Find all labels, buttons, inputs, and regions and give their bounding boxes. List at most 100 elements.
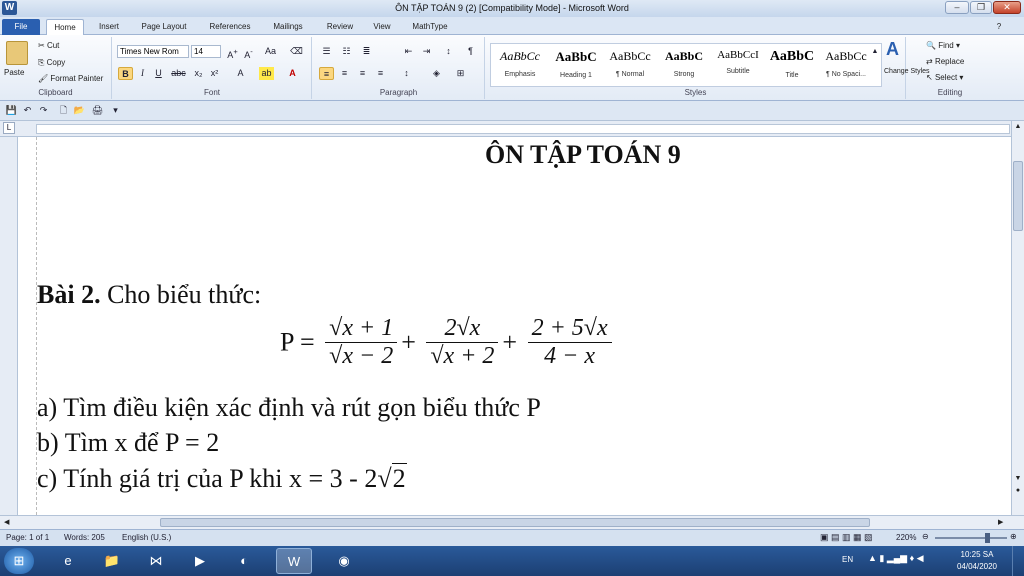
zoom-level[interactable]: 220% bbox=[896, 533, 916, 542]
tab-page-layout[interactable]: Page Layout bbox=[135, 19, 193, 35]
show-marks-icon[interactable]: ¶ bbox=[463, 45, 478, 58]
style-normal[interactable]: AaBbCc ¶ Normal bbox=[602, 47, 658, 87]
word-taskbar-icon[interactable]: W bbox=[276, 548, 312, 574]
style-subtitle[interactable]: AaBbCcI Subtitle bbox=[710, 47, 766, 87]
view-buttons[interactable]: ▣ ▤ ▥ ▦ ▧ bbox=[820, 532, 873, 543]
tab-view[interactable]: View bbox=[366, 19, 398, 35]
numbering-icon[interactable]: ☷ bbox=[339, 45, 354, 58]
clock-date[interactable]: 04/04/2020 bbox=[955, 562, 999, 571]
zoom-out-icon[interactable]: ⊖ bbox=[922, 532, 929, 541]
app-green-icon[interactable]: ◐ bbox=[226, 548, 262, 574]
italic-button[interactable]: I bbox=[135, 67, 150, 80]
chrome-icon[interactable]: ◉ bbox=[326, 548, 362, 574]
tab-file[interactable]: File bbox=[2, 19, 40, 35]
tab-insert[interactable]: Insert bbox=[92, 19, 126, 35]
tab-mathtype[interactable]: MathType bbox=[405, 19, 455, 35]
clock-time[interactable]: 10:25 SA bbox=[955, 550, 999, 559]
find-button[interactable]: 🔍 Find ▾ bbox=[926, 41, 960, 50]
text-effects-icon[interactable]: A bbox=[233, 67, 248, 80]
paste-icon[interactable] bbox=[6, 41, 28, 65]
page-count[interactable]: Page: 1 of 1 bbox=[6, 533, 49, 542]
change-case-icon[interactable]: Aa bbox=[263, 45, 278, 58]
bullets-icon[interactable]: ☰ bbox=[319, 45, 334, 58]
help-icon[interactable]: ? bbox=[992, 19, 1006, 35]
sort-icon[interactable]: ↕ bbox=[441, 45, 456, 58]
style-strong[interactable]: AaBbC Strong bbox=[656, 47, 712, 87]
cut-button[interactable]: ✂ Cut bbox=[38, 41, 59, 50]
increase-indent-icon[interactable]: ⇥ bbox=[419, 45, 434, 58]
open-icon[interactable]: 📂 bbox=[72, 104, 87, 117]
restore-button[interactable]: ❐ bbox=[970, 1, 992, 14]
zoom-slider[interactable] bbox=[935, 537, 1007, 539]
close-button[interactable]: ✕ bbox=[993, 1, 1021, 14]
select-button[interactable]: ↖ Select ▾ bbox=[926, 73, 963, 82]
scroll-right-icon[interactable]: ▶ bbox=[998, 518, 1008, 526]
align-right-button[interactable]: ≡ bbox=[355, 67, 370, 80]
minimize-button[interactable]: – bbox=[945, 1, 969, 14]
horizontal-ruler[interactable]: L bbox=[0, 121, 1024, 137]
decrease-indent-icon[interactable]: ⇤ bbox=[401, 45, 416, 58]
borders-icon[interactable]: ⊞ bbox=[453, 67, 468, 80]
font-name-field[interactable]: Times New Rom bbox=[117, 45, 189, 58]
align-left-button[interactable]: ≡ bbox=[319, 67, 334, 80]
save-icon[interactable]: 💾 bbox=[4, 104, 19, 117]
input-language[interactable]: EN bbox=[842, 555, 853, 564]
scrollbar-thumb[interactable] bbox=[1013, 161, 1023, 231]
align-center-button[interactable]: ≡ bbox=[337, 67, 352, 80]
vertical-ruler[interactable] bbox=[0, 137, 18, 515]
replace-button[interactable]: ⇄ Replace bbox=[926, 57, 964, 66]
font-color-icon[interactable]: A bbox=[285, 67, 300, 80]
grow-font-icon[interactable]: A+ bbox=[225, 45, 240, 60]
multilevel-list-icon[interactable]: ≣ bbox=[359, 45, 374, 58]
tray-icons[interactable]: ▲ ▮ ▂▄▆ ♦ ◀ bbox=[868, 553, 924, 564]
superscript-button[interactable]: x² bbox=[207, 67, 222, 80]
print-preview-icon[interactable]: 🖨 bbox=[90, 104, 105, 117]
show-desktop-button[interactable] bbox=[1012, 546, 1024, 576]
tab-home[interactable]: Home bbox=[46, 19, 84, 35]
document-page[interactable]: ÔN TẬP TOÁN 9 Bài 2. Cho biểu thức: P = … bbox=[18, 137, 1011, 515]
strikethrough-button[interactable]: abc bbox=[171, 67, 186, 80]
undo-icon[interactable]: ↶ bbox=[20, 104, 35, 117]
explorer-icon[interactable]: 📁 bbox=[94, 548, 130, 574]
language-status[interactable]: English (U.S.) bbox=[122, 533, 171, 542]
shrink-font-icon[interactable]: A- bbox=[241, 45, 256, 60]
underline-button[interactable]: U bbox=[151, 67, 166, 80]
bold-button[interactable]: B bbox=[118, 67, 133, 80]
tab-mailings[interactable]: Mailings bbox=[265, 19, 311, 35]
start-button[interactable]: ⊞ bbox=[4, 548, 34, 574]
word-count[interactable]: Words: 205 bbox=[64, 533, 105, 542]
justify-button[interactable]: ≡ bbox=[373, 67, 388, 80]
scroll-left-icon[interactable]: ◀ bbox=[4, 518, 14, 526]
media-player-icon[interactable]: ▶ bbox=[182, 548, 218, 574]
new-document-icon[interactable]: 🗋 bbox=[56, 104, 71, 117]
redo-icon[interactable]: ↷ bbox=[36, 104, 51, 117]
visual-studio-icon[interactable]: ⋈ bbox=[138, 548, 174, 574]
clear-formatting-icon[interactable]: ⌫ bbox=[289, 45, 304, 58]
zoom-slider-thumb[interactable] bbox=[985, 533, 990, 543]
subscript-button[interactable]: x₂ bbox=[191, 67, 206, 80]
line-spacing-icon[interactable]: ↕ bbox=[399, 67, 414, 80]
hscroll-thumb[interactable] bbox=[160, 518, 870, 527]
style-no-spacing[interactable]: AaBbCc ¶ No Spaci... bbox=[818, 47, 874, 87]
style-title[interactable]: AaBbC Title bbox=[764, 47, 820, 87]
style-emphasis[interactable]: AaBbCc Emphasis bbox=[492, 47, 548, 87]
change-styles-icon[interactable]: A bbox=[886, 39, 899, 60]
vertical-scrollbar[interactable]: ▲ ▼ ● bbox=[1011, 121, 1024, 515]
format-painter-button[interactable]: 🖌 Format Painter bbox=[38, 74, 103, 83]
shading-icon[interactable]: ◈ bbox=[429, 67, 444, 80]
gallery-scroll-icon[interactable]: ▲ bbox=[870, 45, 880, 58]
tab-review[interactable]: Review bbox=[320, 19, 360, 35]
tab-references[interactable]: References bbox=[203, 19, 257, 35]
style-heading-1[interactable]: AaBbC Heading 1 bbox=[548, 47, 604, 87]
paste-button[interactable]: Paste bbox=[4, 68, 24, 77]
copy-button[interactable]: ⎘ Copy bbox=[38, 58, 65, 68]
browse-object-icon[interactable]: ● bbox=[1013, 487, 1023, 497]
scroll-down-icon[interactable]: ▼ bbox=[1013, 475, 1023, 485]
zoom-in-icon[interactable]: ⊕ bbox=[1010, 532, 1017, 541]
horizontal-scrollbar[interactable]: ◀ ▶ bbox=[0, 515, 1024, 529]
ie-icon[interactable]: e bbox=[50, 548, 86, 574]
tab-selector-icon[interactable]: L bbox=[3, 122, 15, 134]
font-size-field[interactable]: 14 bbox=[191, 45, 221, 58]
scroll-up-icon[interactable]: ▲ bbox=[1013, 123, 1023, 133]
highlight-icon[interactable]: ab bbox=[259, 67, 274, 80]
